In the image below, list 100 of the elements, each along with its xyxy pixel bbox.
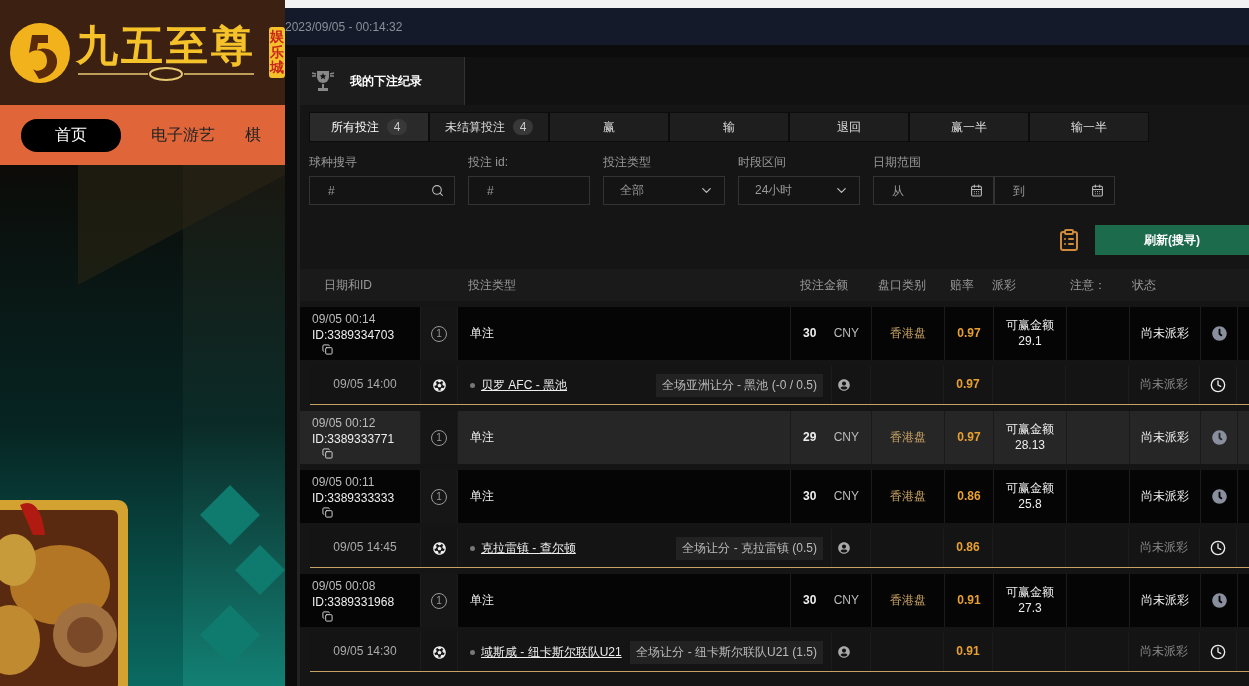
- filter-tab[interactable]: 退回: [789, 112, 909, 142]
- market-type: 香港盘: [890, 325, 926, 342]
- bet-status: 尚未派彩: [1141, 592, 1189, 609]
- market-label: 全场亚洲让分 - 黑池 (-0 / 0.5): [655, 373, 823, 397]
- odds: 0.86: [957, 488, 981, 505]
- nav-item[interactable]: 棋: [245, 118, 261, 152]
- filter-tab[interactable]: 所有投注 4: [309, 112, 429, 142]
- bet-status: 尚未派彩: [1141, 325, 1189, 342]
- copy-icon[interactable]: [322, 447, 333, 459]
- filter-tab[interactable]: 未结算投注 4: [429, 112, 549, 142]
- currency: CNY: [833, 429, 859, 446]
- currency: CNY: [833, 325, 859, 342]
- count-badge: 4: [386, 119, 408, 135]
- copy-icon[interactable]: [322, 343, 333, 355]
- panel-tab[interactable]: 我的下注纪录: [300, 57, 465, 105]
- filter-tab[interactable]: 赢: [549, 112, 669, 142]
- market-label: 全场让分 - 克拉雷镇 (0.5): [676, 536, 823, 560]
- clipboard-icon[interactable]: [1057, 228, 1081, 252]
- clock-text: 2023/09/05 - 00:14:32: [285, 19, 403, 34]
- match-time: 09/05 14:00: [333, 377, 397, 393]
- bet-date: 09/05 00:14: [312, 312, 376, 328]
- search-icon: [431, 184, 444, 197]
- dropdown[interactable]: 24小时: [738, 176, 860, 205]
- bet-row[interactable]: 09/05 00:12 ID:3389333771 1 单注 29 CNY 香港盘 0.97 可赢金额 28.13 尚未派彩: [300, 411, 1249, 464]
- person-icon: [838, 646, 850, 658]
- bet-amount: 30: [803, 488, 817, 505]
- bet-id: ID:3389331968: [312, 595, 395, 611]
- market-label: 全场让分 - 纽卡斯尔联队U21 (1.5): [630, 640, 823, 664]
- bet-date: 09/05 00:12: [312, 416, 376, 432]
- count-badge: 4: [512, 119, 534, 135]
- bet-id: ID:3389333771: [312, 432, 395, 448]
- payout-label: 可赢金额: [1006, 584, 1054, 601]
- column-header: 派彩: [991, 276, 1017, 294]
- bet-amount: 29: [803, 429, 817, 446]
- odds: 0.97: [957, 325, 981, 342]
- clock-icon: [1210, 644, 1226, 660]
- market-type: 香港盘: [890, 488, 926, 505]
- payout-label: 可赢金额: [1006, 421, 1054, 438]
- filter-label: 时段区间: [738, 154, 787, 171]
- bet-row[interactable]: 09/05 00:11 ID:3389333333 1 单注 30 CNY 香港盘 0.86 可赢金额 25.8 尚未派彩: [300, 470, 1249, 523]
- bet-id: ID:3389333333: [312, 491, 395, 507]
- filter-tab[interactable]: 赢一半: [909, 112, 1029, 142]
- text-input[interactable]: #: [485, 182, 569, 199]
- filter-tab[interactable]: 输: [669, 112, 789, 142]
- payout-label: 可赢金额: [1006, 480, 1054, 497]
- date-field[interactable]: 从: [873, 176, 994, 205]
- filter-tab[interactable]: 输一半: [1029, 112, 1149, 142]
- match-link[interactable]: 贝罗 AFC - 黑池: [481, 376, 567, 394]
- logo-badge: 娱乐城: [269, 27, 285, 78]
- odds: 0.97: [956, 377, 980, 393]
- bet-row[interactable]: 09/05 00:14 ID:3389334703 1 单注 30 CNY 香港盘 0.97 可赢金额 29.1 尚未派彩: [300, 307, 1249, 360]
- logo-icon: [8, 20, 72, 85]
- clock-icon: [1210, 377, 1226, 393]
- bet-status: 尚未派彩: [1141, 488, 1189, 505]
- selection-status: 尚未派彩: [1140, 377, 1188, 393]
- trophy-icon: [310, 69, 336, 93]
- match-time: 09/05 14:30: [333, 644, 397, 660]
- text-input[interactable]: 从: [890, 182, 954, 199]
- odds: 0.86: [956, 540, 980, 556]
- clock-icon: [1211, 489, 1227, 504]
- text-input[interactable]: #: [326, 182, 410, 199]
- match-link[interactable]: 克拉雷镇 - 查尔顿: [481, 539, 576, 557]
- date-field[interactable]: 到: [994, 176, 1115, 205]
- copy-icon[interactable]: [322, 610, 333, 622]
- bet-row[interactable]: 09/05 00:08 ID:3389331968 1 单注 30 CNY 香港盘 0.91 可赢金额 27.3 尚未派彩: [300, 574, 1249, 627]
- bullet-dot: [470, 649, 475, 655]
- selection-status: 尚未派彩: [1140, 644, 1188, 660]
- nav-item[interactable]: 首页: [21, 118, 121, 152]
- payout-amount: 29.1: [1018, 333, 1042, 350]
- column-header: 注意：: [1069, 276, 1107, 294]
- odds: 0.91: [957, 592, 981, 609]
- calendar-icon: [970, 184, 983, 197]
- input-field[interactable]: #: [468, 176, 590, 205]
- bullet-dot: [470, 382, 475, 388]
- match-link[interactable]: 域斯咸 - 纽卡斯尔联队U21: [481, 643, 622, 661]
- bet-date: 09/05 00:11: [312, 475, 375, 491]
- selection-status: 尚未派彩: [1140, 540, 1188, 556]
- bet-date: 09/05 00:08: [312, 579, 376, 595]
- refresh-button[interactable]: 刷新(搜寻): [1095, 225, 1249, 255]
- column-header: 赔率: [949, 276, 975, 294]
- search-field[interactable]: #: [309, 176, 455, 205]
- bet-status: 尚未派彩: [1141, 429, 1189, 446]
- bet-type: 单注: [470, 488, 494, 505]
- filter-label: 球种搜寻: [309, 154, 358, 171]
- dropdown[interactable]: 全部: [603, 176, 725, 205]
- copy-icon[interactable]: [322, 506, 333, 518]
- payout-amount: 28.13: [1015, 437, 1045, 454]
- bet-type: 单注: [470, 592, 494, 609]
- column-header: 日期和ID: [323, 276, 373, 294]
- payout-amount: 25.8: [1018, 496, 1042, 513]
- text-input[interactable]: 到: [1011, 182, 1075, 199]
- panel-title: 我的下注纪录: [350, 72, 422, 90]
- clock-icon: [1210, 540, 1226, 556]
- nav-item[interactable]: 电子游艺: [151, 118, 215, 152]
- market-type: 香港盘: [890, 429, 926, 446]
- match-time: 09/05 14:45: [333, 540, 397, 556]
- bet-id: ID:3389334703: [312, 328, 395, 344]
- column-header: 投注金额: [799, 276, 849, 294]
- clock-icon: [1211, 430, 1227, 445]
- filter-label: 日期范围: [873, 154, 922, 171]
